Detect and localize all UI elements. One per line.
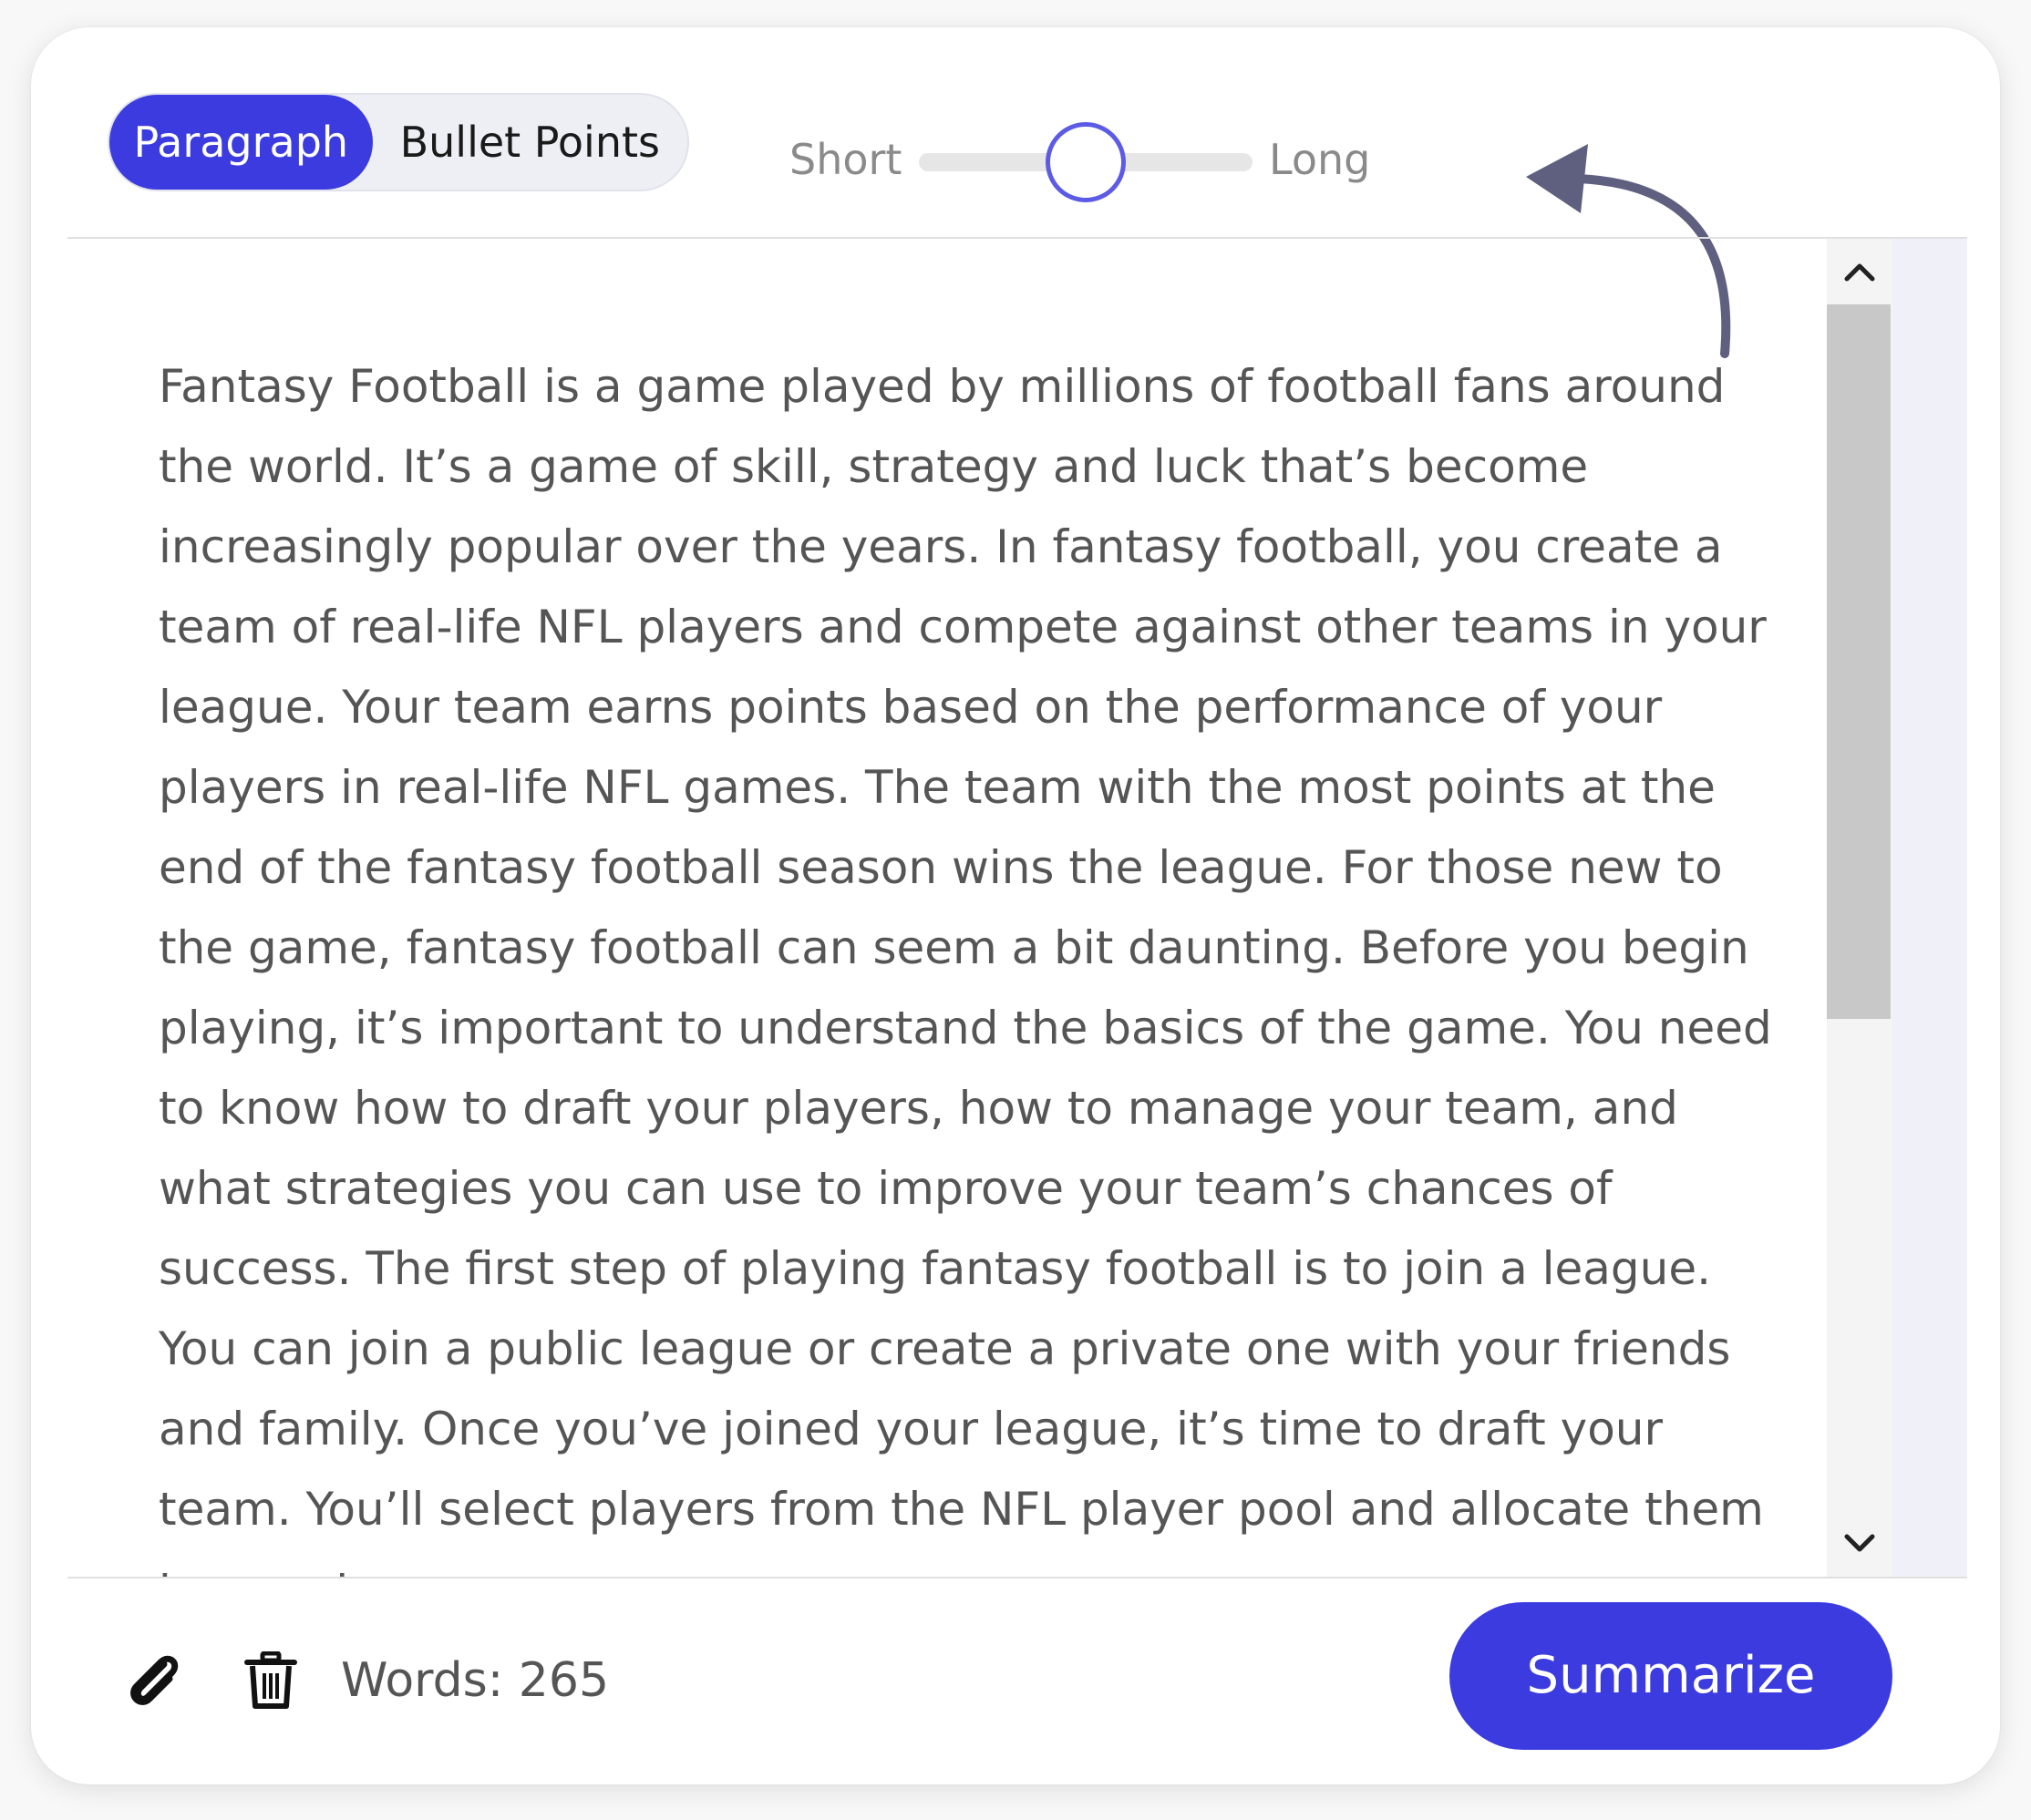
- slider-max-label: Long: [1269, 135, 1371, 184]
- paperclip-icon[interactable]: [122, 1648, 188, 1713]
- scrollbar-thumb[interactable]: [1827, 304, 1891, 1019]
- chevron-down-icon[interactable]: [1840, 1524, 1880, 1564]
- bullet-points-mode-button[interactable]: Bullet Points: [373, 95, 687, 190]
- scrollbar[interactable]: [1827, 239, 1967, 1577]
- text-area[interactable]: Fantasy Football is a game played by mil…: [67, 239, 1845, 1577]
- paragraph-mode-button[interactable]: Paragraph: [109, 95, 373, 190]
- text-area-bottom-border: [67, 1577, 1967, 1578]
- slider-min-label: Short: [789, 135, 902, 184]
- word-count: Words: 265: [341, 1653, 610, 1708]
- chevron-up-icon[interactable]: [1840, 252, 1880, 292]
- length-slider-thumb[interactable]: [1046, 122, 1126, 202]
- summarize-button[interactable]: Summarize: [1449, 1602, 1892, 1750]
- trash-icon[interactable]: [244, 1651, 297, 1710]
- mode-toggle: Paragraph Bullet Points: [108, 93, 689, 191]
- input-text[interactable]: Fantasy Football is a game played by mil…: [159, 346, 1799, 1577]
- summarizer-card: Paragraph Bullet Points Short Long Fanta…: [31, 27, 2000, 1784]
